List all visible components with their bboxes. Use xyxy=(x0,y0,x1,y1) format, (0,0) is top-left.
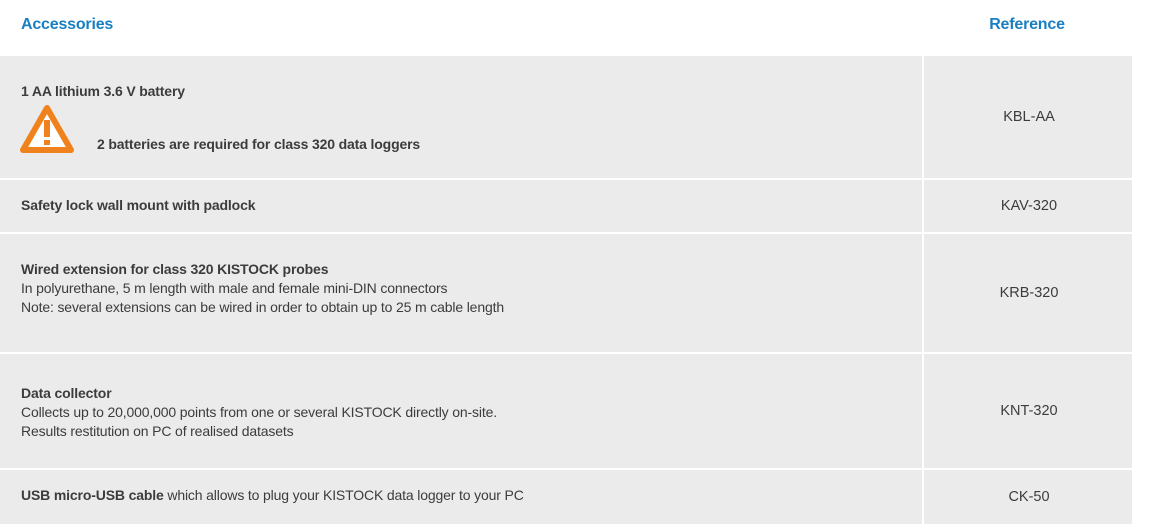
table-row-wall-mount: Safety lock wall mount with padlock KAV-… xyxy=(0,180,1132,232)
row-reference: CK-50 xyxy=(922,470,1134,524)
row-reference: KRB-320 xyxy=(922,234,1134,352)
column-header-reference: Reference xyxy=(989,16,1065,33)
table-row-data-collector: Data collector Collects up to 20,000,000… xyxy=(0,354,1132,468)
table-row-usb-cable: USB micro-USB cable which allows to plug… xyxy=(0,470,1132,524)
row-detail-line: Collects up to 20,000,000 points from on… xyxy=(21,404,497,420)
row-detail-line: In polyurethane, 5 m length with male an… xyxy=(21,280,448,296)
table-row-battery: 1 AA lithium 3.6 V battery 2 batteries a… xyxy=(0,56,1132,178)
row-title-bold: USB micro-USB cable xyxy=(21,487,164,503)
row-description: 1 AA lithium 3.6 V battery 2 batteries a… xyxy=(0,56,920,178)
row-description: Data collector Collects up to 20,000,000… xyxy=(0,354,920,468)
row-title-rest: which allows to plug your KISTOCK data l… xyxy=(163,487,524,503)
row-warning-text: 2 batteries are required for class 320 d… xyxy=(97,136,421,152)
row-detail-line: Note: several extensions can be wired in… xyxy=(21,299,504,315)
row-reference: KAV-320 xyxy=(922,180,1134,232)
row-title: USB micro-USB cable which allows to plug… xyxy=(21,487,524,503)
row-title: 1 AA lithium 3.6 V battery xyxy=(21,83,185,99)
row-reference: KNT-320 xyxy=(922,354,1134,468)
table-row-wired-extension: Wired extension for class 320 KISTOCK pr… xyxy=(0,234,1132,352)
row-title: Wired extension for class 320 KISTOCK pr… xyxy=(21,261,329,277)
row-description: Wired extension for class 320 KISTOCK pr… xyxy=(0,234,920,352)
row-detail-line: Results restitution on PC of realised da… xyxy=(21,423,294,439)
row-title: Data collector xyxy=(21,385,112,401)
row-reference: KBL-AA xyxy=(922,56,1134,178)
row-description: USB micro-USB cable which allows to plug… xyxy=(0,470,920,524)
row-description: Safety lock wall mount with padlock xyxy=(0,180,920,232)
row-title: Safety lock wall mount with padlock xyxy=(21,197,256,213)
column-header-accessories: Accessories xyxy=(21,16,114,33)
table-header: Accessories Reference xyxy=(0,0,1154,55)
warning-triangle-icon xyxy=(20,105,74,153)
